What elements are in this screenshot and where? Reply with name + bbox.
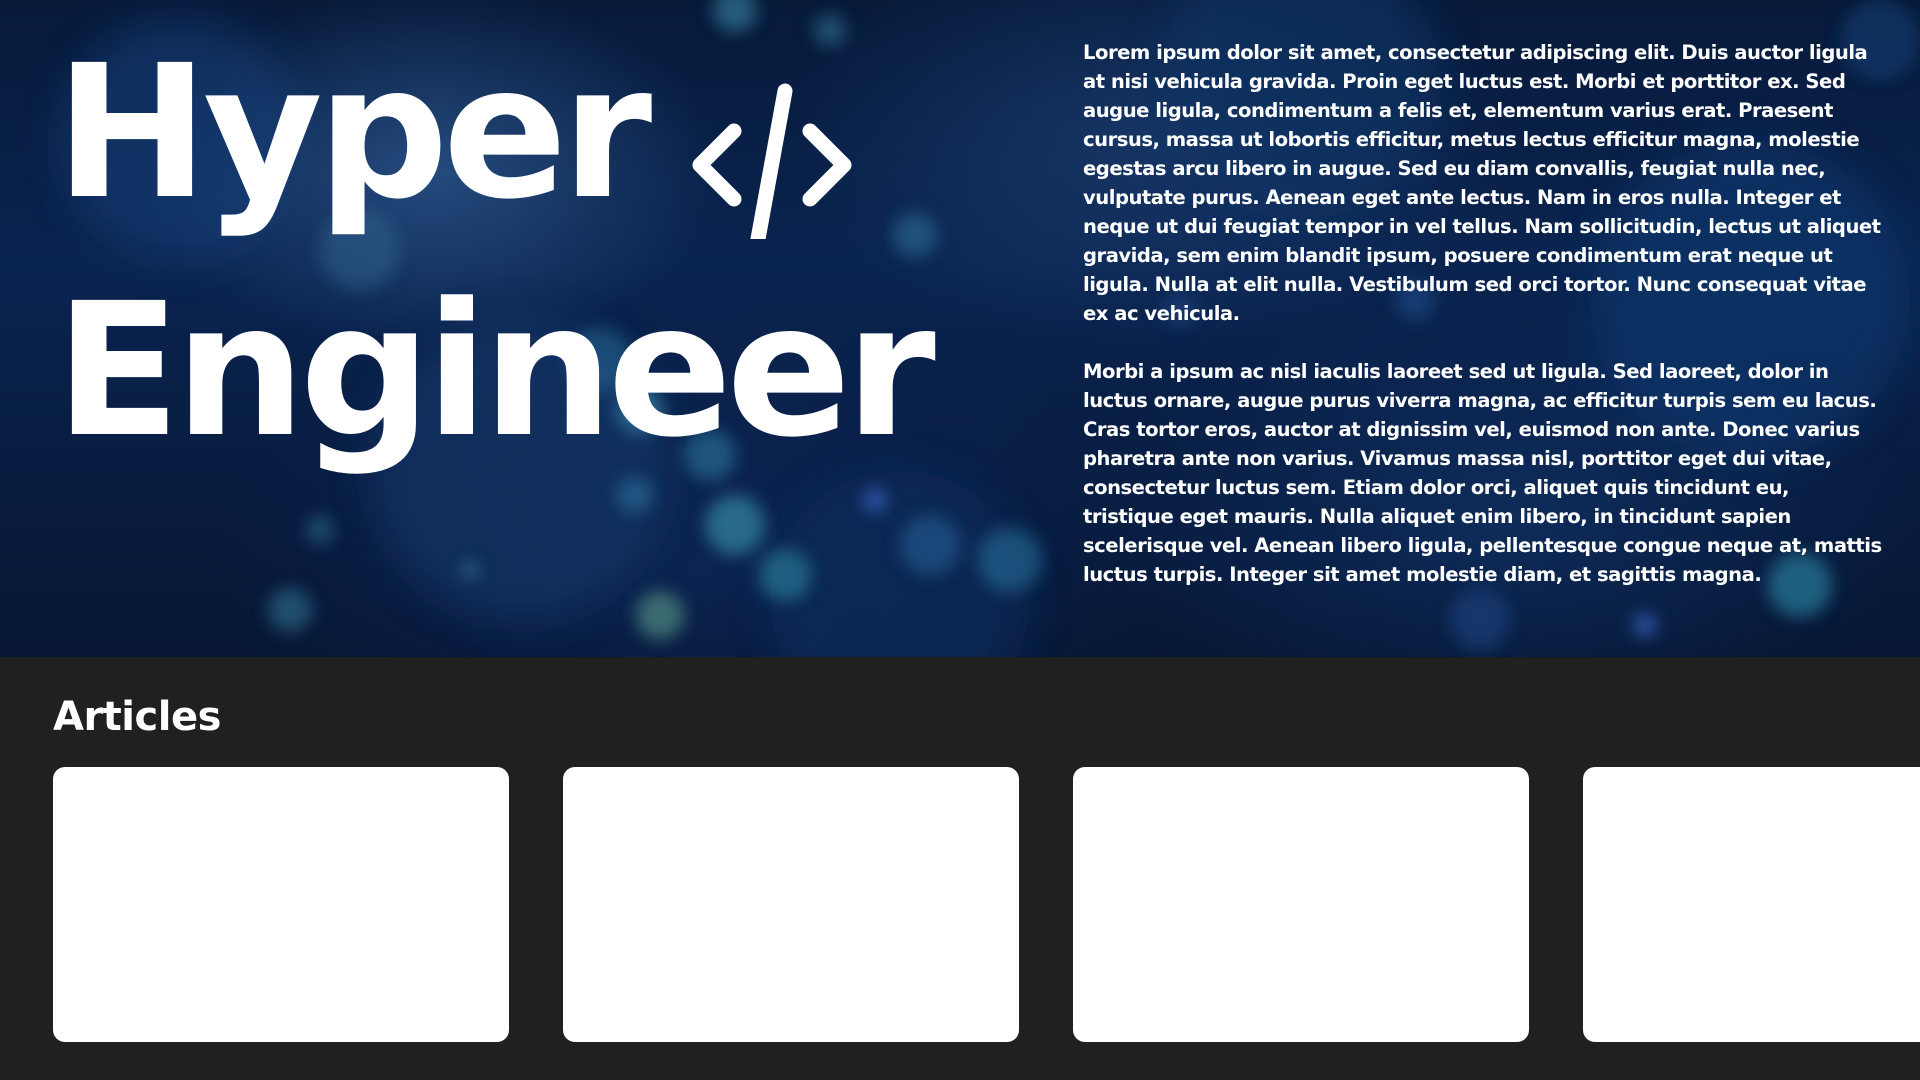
intro-paragraph: Lorem ipsum dolor sit amet, consectetur …: [1083, 41, 1881, 325]
intro-paragraph: Morbi a ipsum ac nisl iaculis laoreet se…: [1083, 360, 1882, 586]
code-icon: [686, 57, 856, 247]
articles-heading: Articles: [53, 694, 221, 740]
hero-banner: Hyper Engineer Lorem ipsum dolor sit ame…: [0, 0, 1920, 657]
article-card[interactable]: [1073, 767, 1529, 1042]
article-card[interactable]: [563, 767, 1019, 1042]
article-card[interactable]: [1583, 767, 1920, 1042]
intro-text: Lorem ipsum dolor sit amet, consectetur …: [1083, 38, 1883, 618]
title-line-2: Engineer: [55, 264, 936, 478]
title-line-1: Hyper: [55, 26, 652, 240]
article-card[interactable]: [53, 767, 509, 1042]
site-title: Hyper Engineer: [55, 14, 936, 490]
articles-section: Articles: [0, 657, 1920, 1080]
